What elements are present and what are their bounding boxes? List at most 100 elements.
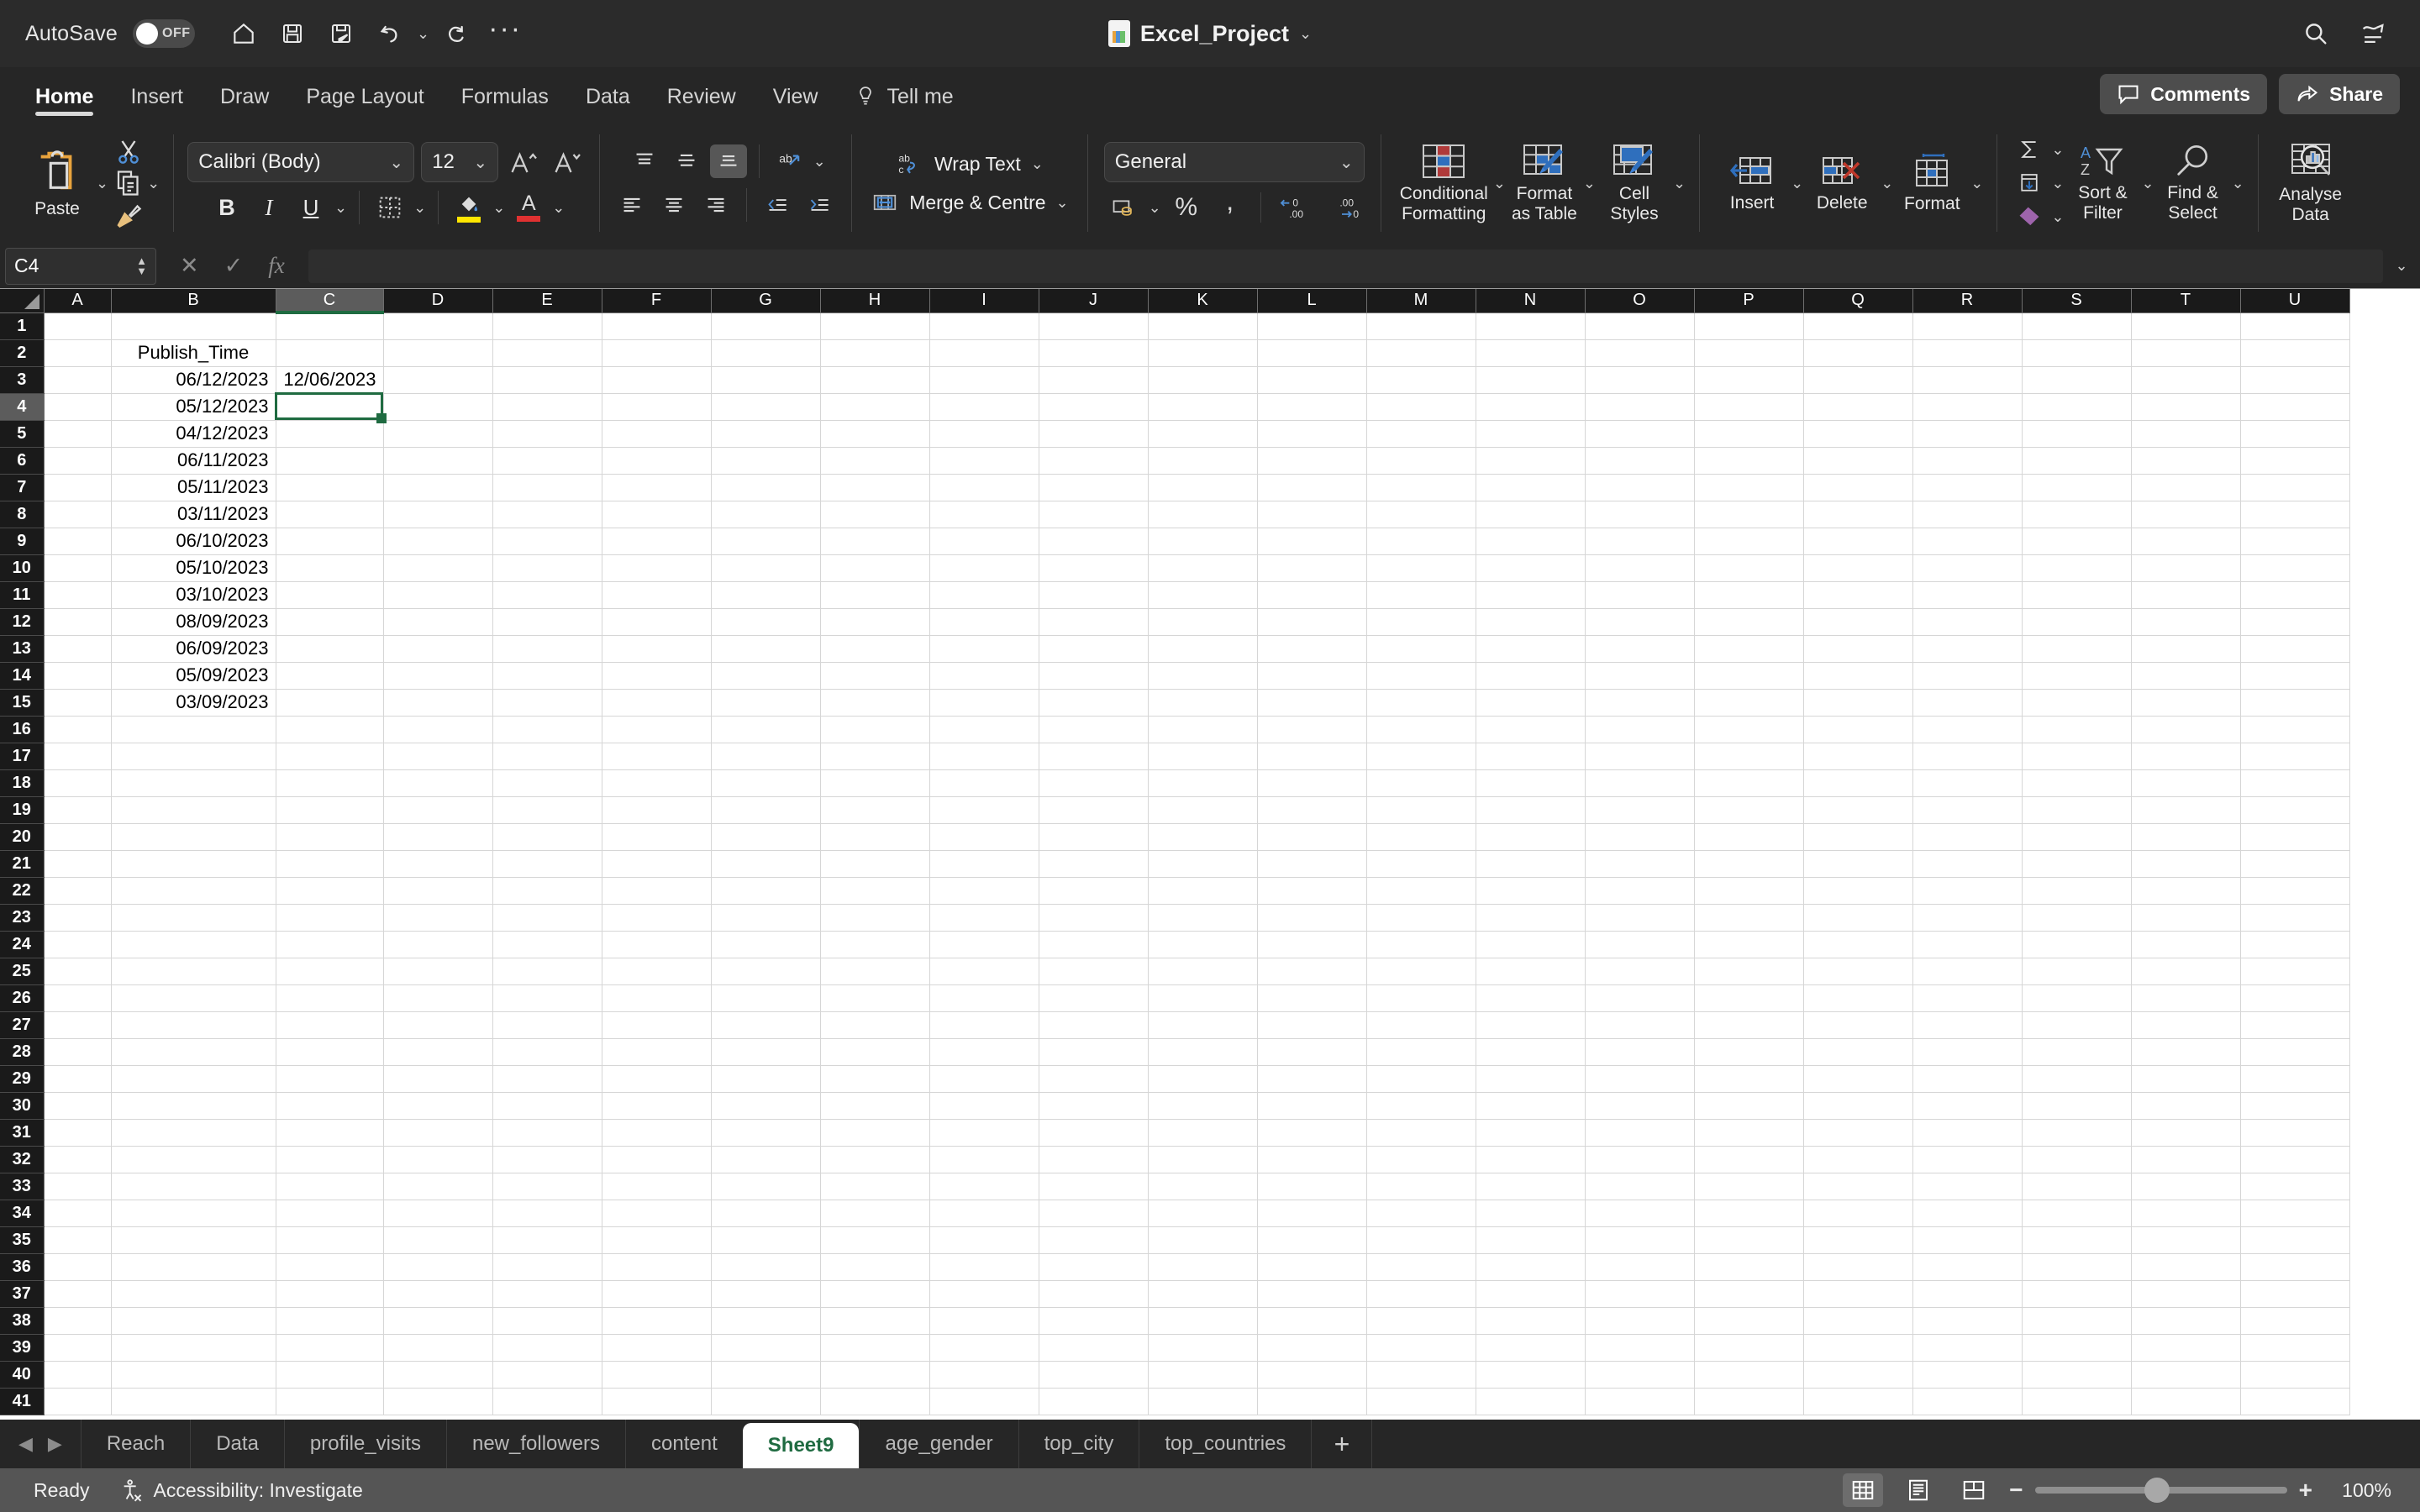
cell-R30[interactable]: [1912, 1092, 2023, 1120]
cell-K27[interactable]: [1148, 1011, 1258, 1039]
cell-G37[interactable]: [711, 1280, 821, 1308]
cell-C1[interactable]: [276, 312, 384, 340]
cell-U39[interactable]: [2240, 1334, 2350, 1362]
cell-T28[interactable]: [2131, 1038, 2241, 1066]
cell-A10[interactable]: [44, 554, 112, 582]
cell-P11[interactable]: [1694, 581, 1804, 609]
format-cells-button[interactable]: Format: [1893, 149, 1970, 218]
cell-S4[interactable]: [2022, 393, 2132, 421]
zoom-out-button[interactable]: −: [2009, 1477, 2023, 1504]
conditional-formatting-chevron-icon[interactable]: ⌄: [1493, 176, 1506, 191]
cell-G5[interactable]: [711, 420, 821, 448]
cell-L6[interactable]: [1257, 447, 1367, 475]
cell-H17[interactable]: [820, 743, 930, 770]
cell-K17[interactable]: [1148, 743, 1258, 770]
cell-G35[interactable]: [711, 1226, 821, 1254]
cell-T8[interactable]: [2131, 501, 2241, 528]
cell-J18[interactable]: [1039, 769, 1149, 797]
cell-D34[interactable]: [383, 1200, 493, 1227]
cell-D21[interactable]: [383, 850, 493, 878]
cell-U27[interactable]: [2240, 1011, 2350, 1039]
cell-C27[interactable]: [276, 1011, 384, 1039]
cell-C39[interactable]: [276, 1334, 384, 1362]
cell-F39[interactable]: [602, 1334, 712, 1362]
cell-H14[interactable]: [820, 662, 930, 690]
formula-input[interactable]: [308, 249, 2383, 283]
cell-E28[interactable]: [492, 1038, 602, 1066]
cell-U23[interactable]: [2240, 904, 2350, 932]
cell-E23[interactable]: [492, 904, 602, 932]
cell-N27[interactable]: [1476, 1011, 1586, 1039]
cell-E20[interactable]: [492, 823, 602, 851]
cell-L25[interactable]: [1257, 958, 1367, 985]
tab-formulas[interactable]: Formulas: [443, 85, 567, 119]
cell-I33[interactable]: [929, 1173, 1039, 1200]
cell-R27[interactable]: [1912, 1011, 2023, 1039]
cell-N32[interactable]: [1476, 1146, 1586, 1173]
cell-T13[interactable]: [2131, 635, 2241, 663]
cell-H36[interactable]: [820, 1253, 930, 1281]
cell-D41[interactable]: [383, 1388, 493, 1415]
cell-B2[interactable]: Publish_Time: [111, 339, 276, 367]
cell-C24[interactable]: [276, 931, 384, 958]
cell-J21[interactable]: [1039, 850, 1149, 878]
cell-M19[interactable]: [1366, 796, 1476, 824]
cell-C4[interactable]: [276, 393, 384, 421]
orientation-dropdown-chevron-icon[interactable]: ⌄: [813, 154, 826, 169]
row-header-18[interactable]: 18: [0, 769, 45, 797]
cell-N17[interactable]: [1476, 743, 1586, 770]
cell-K4[interactable]: [1148, 393, 1258, 421]
save-icon[interactable]: [271, 12, 314, 55]
cell-Q24[interactable]: [1803, 931, 1913, 958]
cell-K16[interactable]: [1148, 716, 1258, 743]
cell-Q20[interactable]: [1803, 823, 1913, 851]
cell-F15[interactable]: [602, 689, 712, 717]
cell-I26[interactable]: [929, 984, 1039, 1012]
cell-I28[interactable]: [929, 1038, 1039, 1066]
cell-I36[interactable]: [929, 1253, 1039, 1281]
cell-K20[interactable]: [1148, 823, 1258, 851]
cell-L22[interactable]: [1257, 877, 1367, 905]
row-header-1[interactable]: 1: [0, 312, 45, 340]
cell-C17[interactable]: [276, 743, 384, 770]
cell-U31[interactable]: [2240, 1119, 2350, 1147]
cell-I35[interactable]: [929, 1226, 1039, 1254]
cell-Q37[interactable]: [1803, 1280, 1913, 1308]
row-header-22[interactable]: 22: [0, 877, 45, 905]
cell-A37[interactable]: [44, 1280, 112, 1308]
cell-N10[interactable]: [1476, 554, 1586, 582]
cell-E10[interactable]: [492, 554, 602, 582]
analyse-data-button[interactable]: Analyse Data: [2272, 138, 2349, 228]
cell-T10[interactable]: [2131, 554, 2241, 582]
row-header-29[interactable]: 29: [0, 1065, 45, 1093]
column-header-L[interactable]: L: [1257, 289, 1367, 313]
cell-T27[interactable]: [2131, 1011, 2241, 1039]
cell-R40[interactable]: [1912, 1361, 2023, 1389]
row-header-28[interactable]: 28: [0, 1038, 45, 1066]
cell-D7[interactable]: [383, 474, 493, 501]
cell-K11[interactable]: [1148, 581, 1258, 609]
cell-K6[interactable]: [1148, 447, 1258, 475]
cell-C34[interactable]: [276, 1200, 384, 1227]
cell-K7[interactable]: [1148, 474, 1258, 501]
cell-A30[interactable]: [44, 1092, 112, 1120]
cell-P37[interactable]: [1694, 1280, 1804, 1308]
row-header-30[interactable]: 30: [0, 1092, 45, 1120]
cell-D15[interactable]: [383, 689, 493, 717]
cell-L13[interactable]: [1257, 635, 1367, 663]
cell-B39[interactable]: [111, 1334, 276, 1362]
cell-R18[interactable]: [1912, 769, 2023, 797]
cell-K22[interactable]: [1148, 877, 1258, 905]
cell-F1[interactable]: [602, 312, 712, 340]
cell-A23[interactable]: [44, 904, 112, 932]
cell-L18[interactable]: [1257, 769, 1367, 797]
cell-O24[interactable]: [1585, 931, 1695, 958]
cell-K29[interactable]: [1148, 1065, 1258, 1093]
cell-N19[interactable]: [1476, 796, 1586, 824]
cell-T25[interactable]: [2131, 958, 2241, 985]
cell-L34[interactable]: [1257, 1200, 1367, 1227]
sort-filter-chevron-icon[interactable]: ⌄: [2141, 176, 2154, 191]
cell-L23[interactable]: [1257, 904, 1367, 932]
cell-H5[interactable]: [820, 420, 930, 448]
cell-U34[interactable]: [2240, 1200, 2350, 1227]
